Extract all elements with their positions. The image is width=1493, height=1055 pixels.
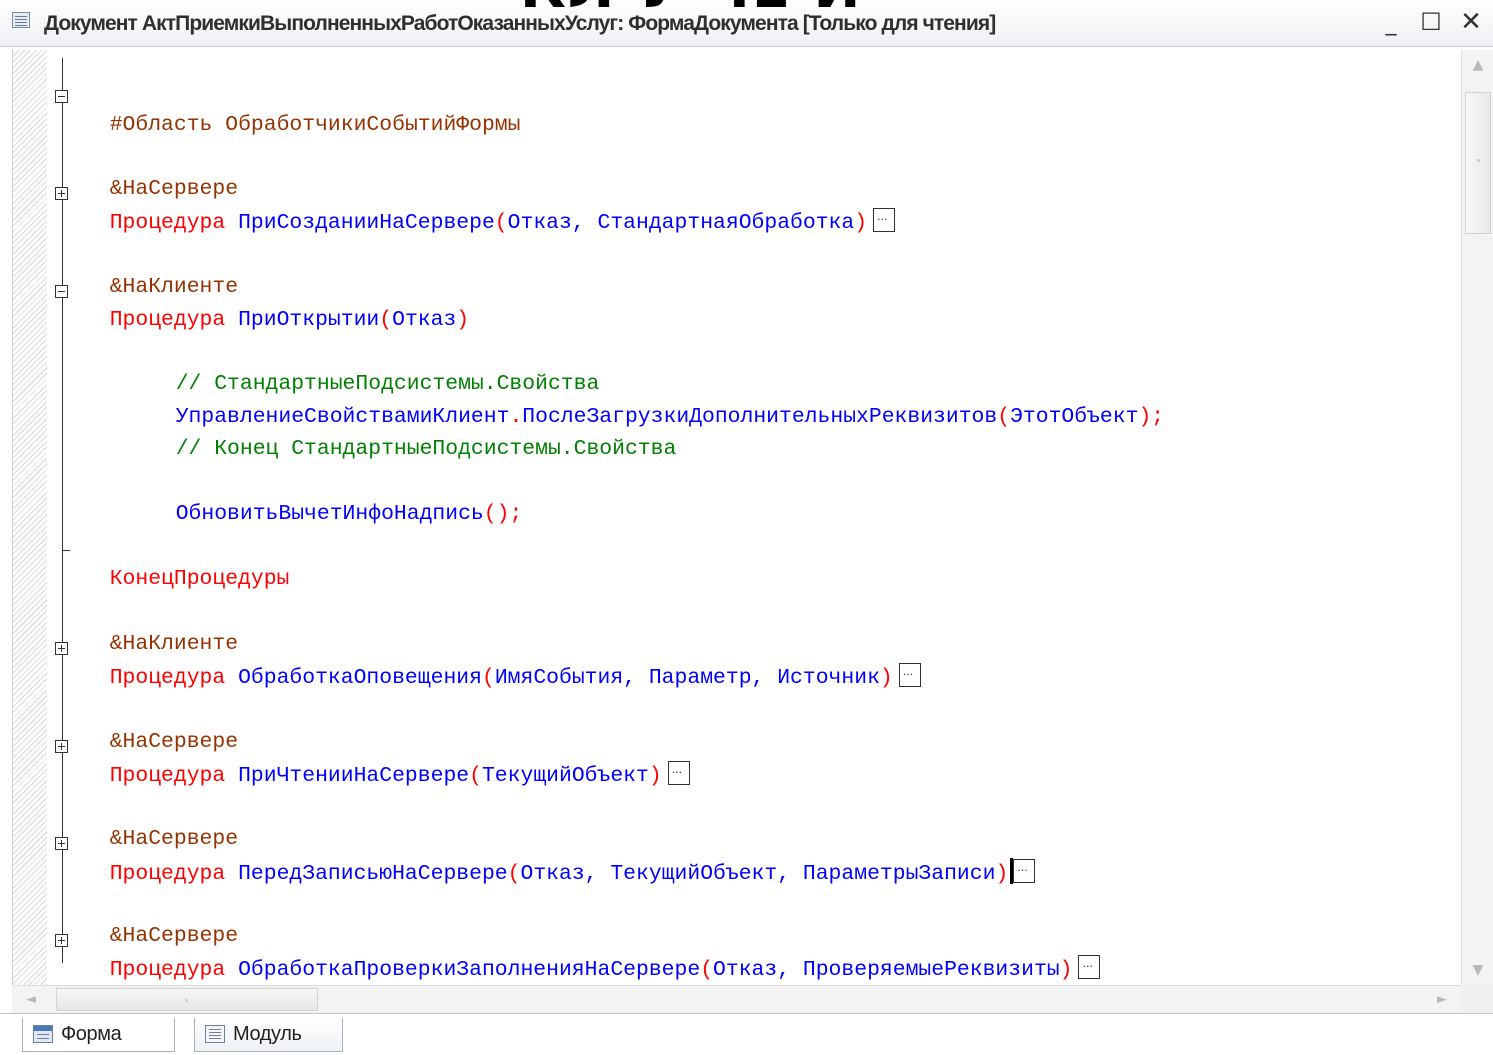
procedure-args: ИмяСобытия, Параметр, Источник xyxy=(494,666,880,690)
code-line-statement[interactable]: ОбновитьВычетИнфоНадпись(); xyxy=(150,472,523,526)
procedure-name: ПриОткрытии xyxy=(238,308,380,332)
procedure-args: Отказ xyxy=(392,308,457,332)
bottom-tab-bar: Форма Модуль xyxy=(0,1013,1493,1055)
scroll-down-arrow-icon[interactable]: ▼ xyxy=(1462,955,1493,985)
fold-expand-icon[interactable] xyxy=(55,740,68,753)
open-paren: ( xyxy=(507,862,521,886)
vertical-scrollbar[interactable]: ▲ ▼ xyxy=(1461,50,1493,985)
scroll-right-arrow-icon[interactable]: ► xyxy=(1427,986,1457,1014)
fold-expand-icon[interactable] xyxy=(55,837,68,850)
maximize-button[interactable]: ☐ xyxy=(1418,8,1444,36)
procedure-args: Отказ, ПроверяемыеРеквизиты xyxy=(713,958,1060,982)
code-line-procedure[interactable]: Процедура ПриСозданииНаСервере(Отказ, Ст… xyxy=(84,180,896,235)
tab-form-label: Форма xyxy=(61,1023,122,1045)
procedure-keyword: Процедура xyxy=(109,764,226,788)
fold-collapse-icon[interactable] xyxy=(55,90,68,103)
editor-gutter xyxy=(13,50,47,985)
procedure-name: ПередЗаписьюНаСервере xyxy=(238,862,508,886)
open-paren: ( xyxy=(481,666,495,690)
minimize-button[interactable]: _ xyxy=(1378,8,1404,36)
tab-module[interactable]: Модуль xyxy=(194,1018,343,1052)
code-line-procedure[interactable]: Процедура ПередЗаписьюНаСервере(Отказ, Т… xyxy=(84,830,1036,886)
procedure-name: ОбработкаПроверкиЗаполненияНаСервере xyxy=(238,958,701,982)
code-line-statement[interactable]: УправлениеСвойствамиКлиент.ПослеЗагрузки… xyxy=(150,375,1164,429)
collapsed-block-icon[interactable] xyxy=(1013,859,1036,883)
title-bar: КЛ У ЧЕ Й Документ АктПриемкиВыполненных… xyxy=(0,0,1493,47)
code-line-annotation[interactable]: &НаКлиенте xyxy=(84,602,238,656)
open-paren: ( xyxy=(700,958,714,982)
code-line-comment[interactable]: // СтандартныеПодсистемы.Свойства xyxy=(150,342,600,396)
open-paren: ( xyxy=(469,764,482,788)
procedure-keyword: Процедура xyxy=(109,958,226,982)
function-call: ОбновитьВычетИнфоНадпись xyxy=(175,502,484,526)
close-button[interactable]: ✕ xyxy=(1458,8,1484,36)
tab-module-label: Модуль xyxy=(233,1023,302,1045)
tab-form[interactable]: Форма xyxy=(22,1018,175,1052)
procedure-keyword: Процедура xyxy=(109,308,226,332)
code-line-region[interactable]: #Область ОбработчикиСобытийФормы xyxy=(84,83,521,137)
form-icon xyxy=(33,1025,53,1043)
collapsed-block-icon[interactable] xyxy=(667,761,690,785)
fold-end-marker xyxy=(62,550,70,551)
fold-expand-icon[interactable] xyxy=(55,187,68,200)
close-paren-semicolon: ); xyxy=(1138,405,1165,429)
close-paren: ) xyxy=(648,764,662,788)
fold-collapse-icon[interactable] xyxy=(55,285,68,298)
procedure-keyword: Процедура xyxy=(109,862,226,886)
code-line-annotation[interactable]: &НаКлиенте xyxy=(84,245,238,299)
end-procedure-keyword: КонецПроцедуры xyxy=(109,567,290,591)
close-paren: ) xyxy=(456,308,470,332)
procedure-name: ОбработкаОповещения xyxy=(238,666,482,690)
scrollbar-corner xyxy=(1461,985,1493,1013)
collapsed-block-icon[interactable] xyxy=(898,663,921,687)
code-line-comment[interactable]: // Конец СтандартныеПодсистемы.Свойства xyxy=(150,407,677,461)
document-window-icon xyxy=(12,12,30,28)
close-paren: ) xyxy=(995,862,1009,886)
window-title: Документ АктПриемкиВыполненныхРаботОказа… xyxy=(44,12,996,35)
collapsed-block-icon[interactable] xyxy=(873,208,896,232)
procedure-keyword: Процедура xyxy=(109,666,226,690)
collapsed-block-icon[interactable] xyxy=(1078,955,1101,979)
vertical-scroll-thumb[interactable] xyxy=(1465,92,1491,234)
region-name: ОбработчикиСобытийФормы xyxy=(225,113,521,137)
procedure-name: ПриЧтенииНаСервере xyxy=(238,764,470,788)
procedure-args: ТекущийОбъект xyxy=(481,764,649,788)
module-icon xyxy=(205,1025,225,1043)
horizontal-scrollbar[interactable]: ◄ ► xyxy=(12,985,1461,1014)
open-paren: ( xyxy=(494,211,508,235)
call-parens: (); xyxy=(483,502,523,526)
horizontal-scroll-thumb[interactable] xyxy=(56,988,318,1011)
code-line-annotation[interactable]: &НаСервере xyxy=(84,700,238,754)
close-paren: ) xyxy=(1059,958,1073,982)
region-directive: #Область xyxy=(109,113,213,137)
close-paren: ) xyxy=(879,666,893,690)
code-line-procedure[interactable]: Процедура ОбработкаПроверкиЗаполненияНаС… xyxy=(84,927,1101,982)
code-comment: // Конец СтандартныеПодсистемы.Свойства xyxy=(175,437,677,461)
code-line-procedure[interactable]: Процедура ПриОткрытии(Отказ) xyxy=(84,278,469,332)
code-line-annotation[interactable]: &НаСервере xyxy=(84,894,238,948)
procedure-args: Отказ, ТекущийОбъект, ПараметрыЗаписи xyxy=(520,862,996,886)
procedure-keyword: Процедура xyxy=(109,211,226,235)
procedure-name: ПриСозданииНаСервере xyxy=(238,211,495,235)
code-line-procedure[interactable]: Процедура ПриЧтенииНаСервере(ТекущийОбъе… xyxy=(84,733,690,788)
method-args: ЭтотОбъект xyxy=(1010,405,1139,429)
scroll-up-arrow-icon[interactable]: ▲ xyxy=(1462,50,1493,80)
fold-expand-icon[interactable] xyxy=(55,934,68,947)
code-line-annotation[interactable]: &НаСервере xyxy=(84,797,238,851)
fold-expand-icon[interactable] xyxy=(55,642,68,655)
close-paren: ) xyxy=(854,211,868,235)
scroll-left-arrow-icon[interactable]: ◄ xyxy=(16,986,46,1014)
code-line-procedure[interactable]: Процедура ОбработкаОповещения(ИмяСобытия… xyxy=(84,635,921,690)
code-line-end-procedure[interactable]: КонецПроцедуры xyxy=(84,537,290,591)
procedure-args: Отказ, СтандартнаяОбработка xyxy=(507,211,855,235)
code-line-annotation[interactable]: &НаСервере xyxy=(84,147,238,201)
open-paren: ( xyxy=(379,308,393,332)
open-paren: ( xyxy=(997,405,1011,429)
